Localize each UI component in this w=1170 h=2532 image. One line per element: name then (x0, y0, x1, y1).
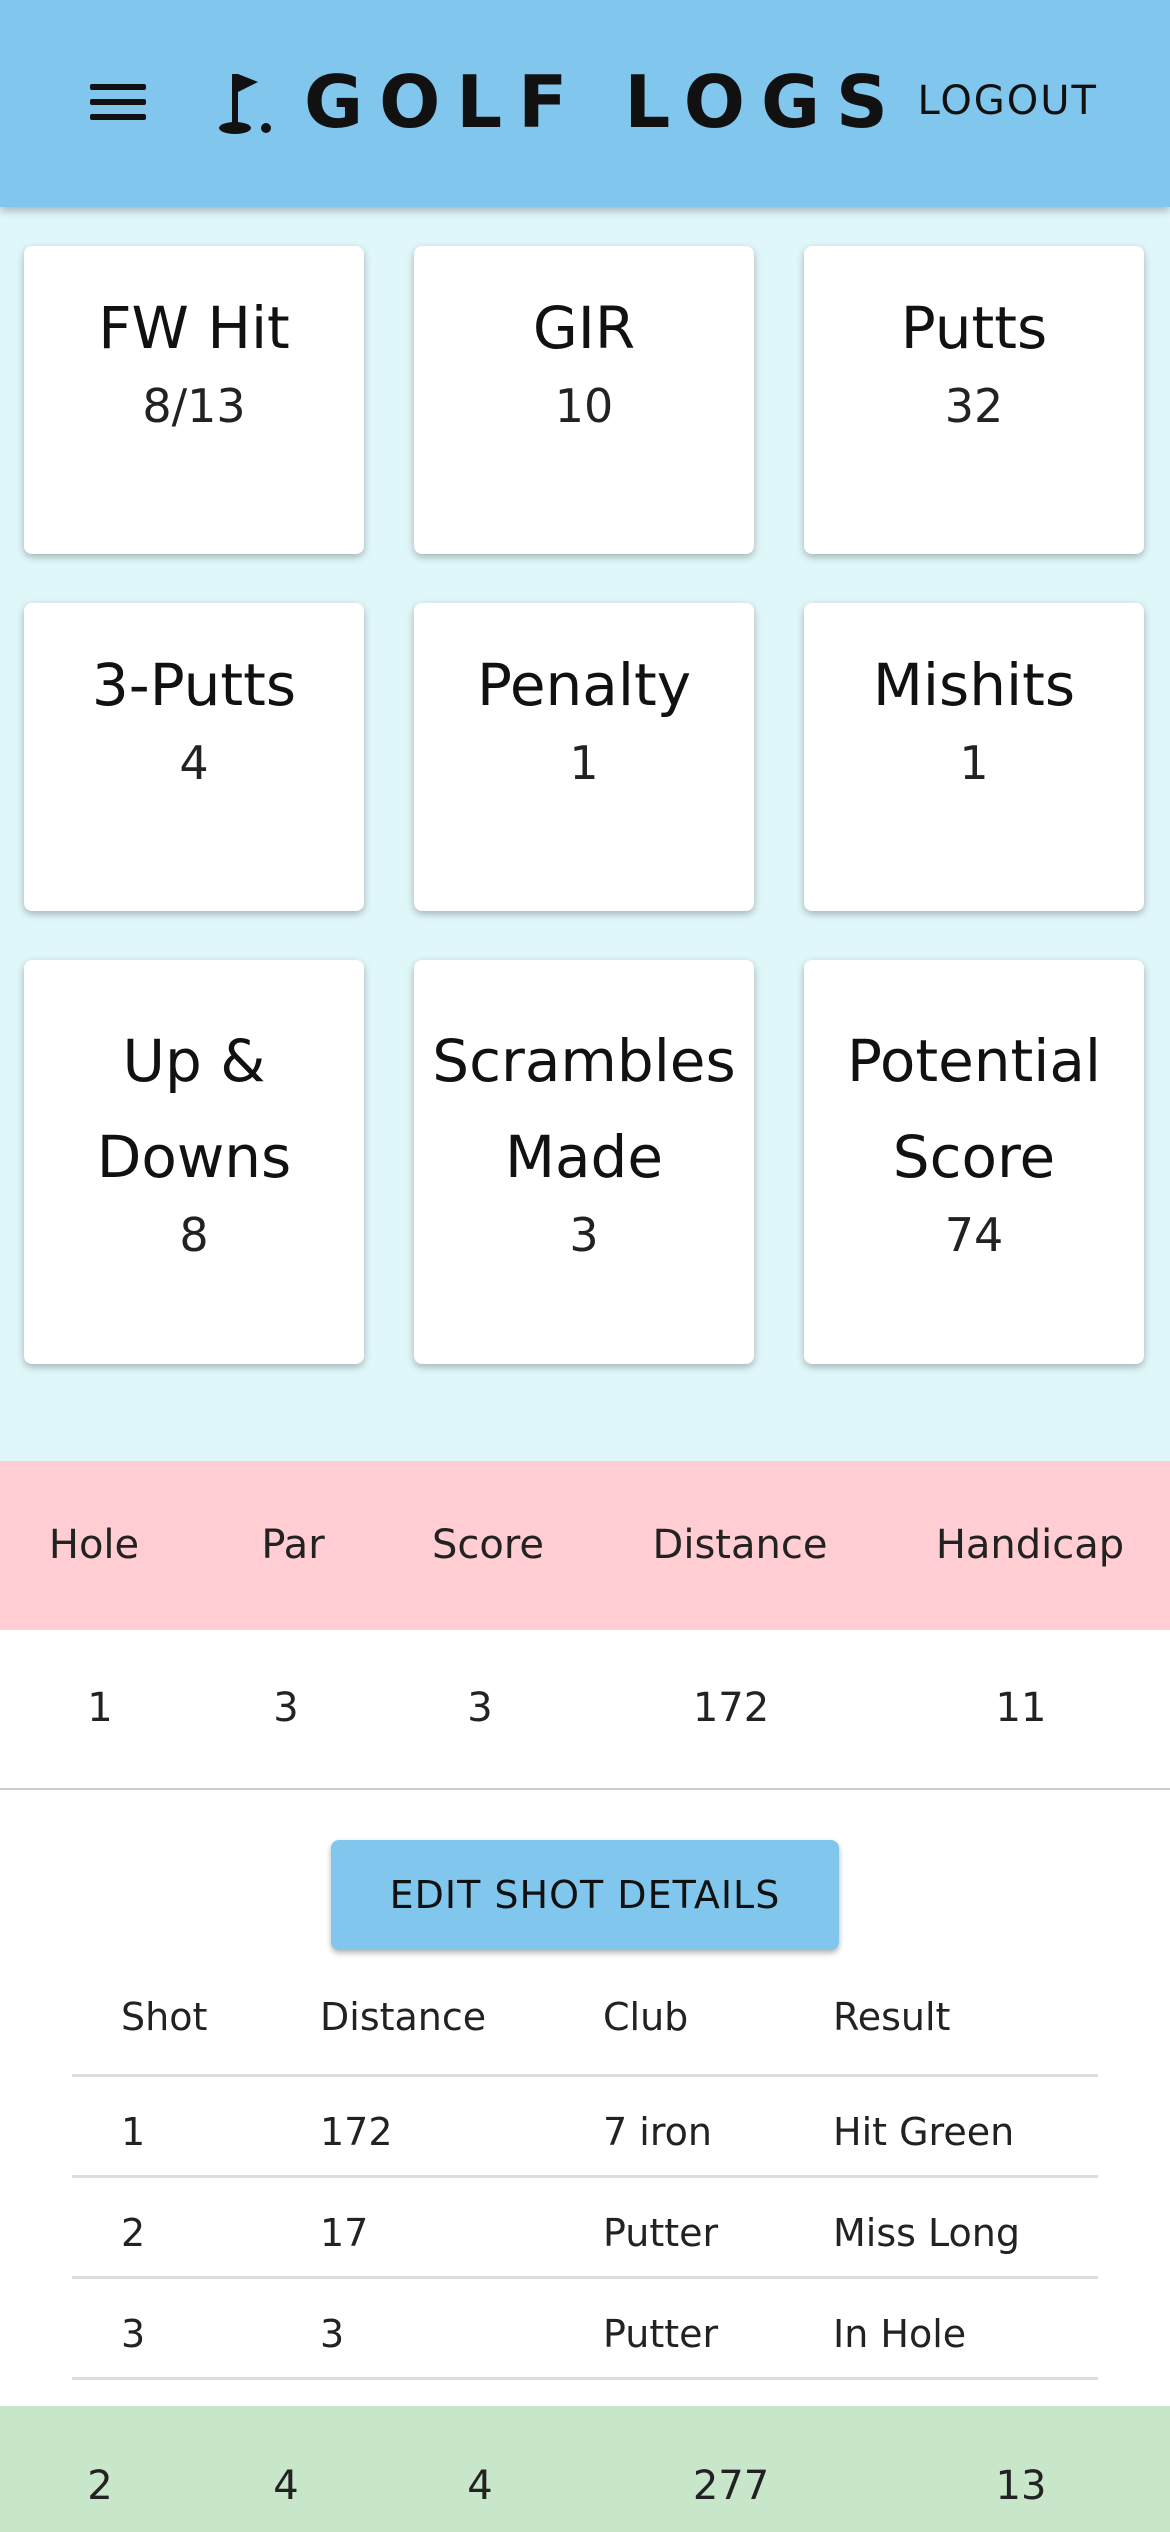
column-header-club: Club (603, 1995, 689, 2039)
shot-table: Shot Distance Club Result 1 172 7 iron H… (72, 1960, 1098, 2380)
stat-value: 8 (179, 1208, 209, 1262)
hamburger-menu-icon[interactable] (88, 78, 150, 126)
shot-number: 3 (121, 2312, 146, 2356)
column-header-score: Score (431, 1522, 545, 1568)
hole-row-2[interactable]: 2 4 4 277 13 (0, 2406, 1170, 2532)
stat-value: 3 (569, 1208, 599, 1262)
column-header-par: Par (261, 1522, 325, 1568)
stat-card-mishits: Mishits 1 (804, 603, 1144, 911)
hole-handicap: 11 (995, 1685, 1047, 1731)
shot-distance: 172 (320, 2110, 393, 2154)
stat-label: Up & Downs (96, 1027, 292, 1191)
stat-value: 74 (944, 1208, 1004, 1262)
stat-value: 4 (179, 736, 209, 790)
stat-value: 1 (569, 736, 599, 790)
hole-par: 4 (273, 2463, 299, 2509)
shot-distance: 17 (320, 2211, 369, 2255)
stat-card-3-putts: 3-Putts 4 (24, 603, 364, 911)
stat-value: 1 (959, 736, 989, 790)
shot-result: Miss Long (833, 2211, 1020, 2255)
hole-distance: 172 (692, 1685, 770, 1731)
shot-details-panel: EDIT SHOT DETAILS Shot Distance Club Res… (0, 1790, 1170, 2406)
shot-row: 3 3 Putter In Hole (72, 2279, 1098, 2380)
shot-number: 2 (121, 2211, 146, 2255)
stat-label: Potential Score (846, 1027, 1102, 1191)
shot-number: 1 (121, 2110, 146, 2154)
stat-card-scrambles-made: Scrambles Made 3 (414, 960, 754, 1364)
column-header-distance: Distance (652, 1522, 828, 1568)
stat-label: GIR (532, 294, 636, 362)
shot-club: Putter (603, 2312, 719, 2356)
stat-card-penalty: Penalty 1 (414, 603, 754, 911)
hole-score: 3 (467, 1685, 493, 1731)
column-header-handicap: Handicap (935, 1522, 1125, 1568)
stat-label: Mishits (872, 651, 1076, 719)
golf-flag-icon (219, 74, 271, 134)
shot-distance: 3 (320, 2312, 345, 2356)
hole-row-1[interactable]: 1 3 3 172 11 (0, 1630, 1170, 1790)
edit-shot-details-button[interactable]: EDIT SHOT DETAILS (331, 1840, 839, 1950)
shot-result: Hit Green (833, 2110, 1015, 2154)
app-bar: GOLF LOGS LOGOUT (0, 0, 1170, 207)
shot-result: In Hole (833, 2312, 967, 2356)
stat-card-fw-hit: FW Hit 8/13 (24, 246, 364, 554)
hole-handicap: 13 (995, 2463, 1047, 2509)
column-header-result: Result (833, 1995, 951, 2039)
shot-club: 7 iron (603, 2110, 712, 2154)
logout-button[interactable]: LOGOUT (917, 66, 1098, 136)
stat-value: 8/13 (142, 379, 246, 433)
column-header-shot: Shot (121, 1995, 208, 2039)
stat-card-gir: GIR 10 (414, 246, 754, 554)
stat-label: Putts (900, 294, 1048, 362)
stat-card-potential-score: Potential Score 74 (804, 960, 1144, 1364)
stat-value: 10 (554, 379, 614, 433)
hole-number: 2 (87, 2463, 113, 2509)
stat-label: Penalty (476, 651, 692, 719)
holes-table-header: Hole Par Score Distance Handicap (0, 1461, 1170, 1630)
hole-distance: 277 (692, 2463, 770, 2509)
column-header-hole: Hole (48, 1522, 140, 1568)
stat-card-putts: Putts 32 (804, 246, 1144, 554)
shot-table-header: Shot Distance Club Result (72, 1960, 1098, 2077)
stat-label: 3-Putts (91, 651, 297, 719)
column-header-distance: Distance (320, 1995, 487, 2039)
shot-row: 1 172 7 iron Hit Green (72, 2077, 1098, 2178)
stat-card-up-and-downs: Up & Downs 8 (24, 960, 364, 1364)
hole-par: 3 (273, 1685, 299, 1731)
shot-club: Putter (603, 2211, 719, 2255)
hole-score: 4 (467, 2463, 493, 2509)
app-title: GOLF LOGS (304, 60, 904, 144)
stat-label: Scrambles Made (432, 1027, 736, 1191)
shot-row: 2 17 Putter Miss Long (72, 2178, 1098, 2279)
hole-number: 1 (87, 1685, 113, 1731)
stat-label: FW Hit (98, 294, 290, 362)
stat-value: 32 (944, 379, 1004, 433)
